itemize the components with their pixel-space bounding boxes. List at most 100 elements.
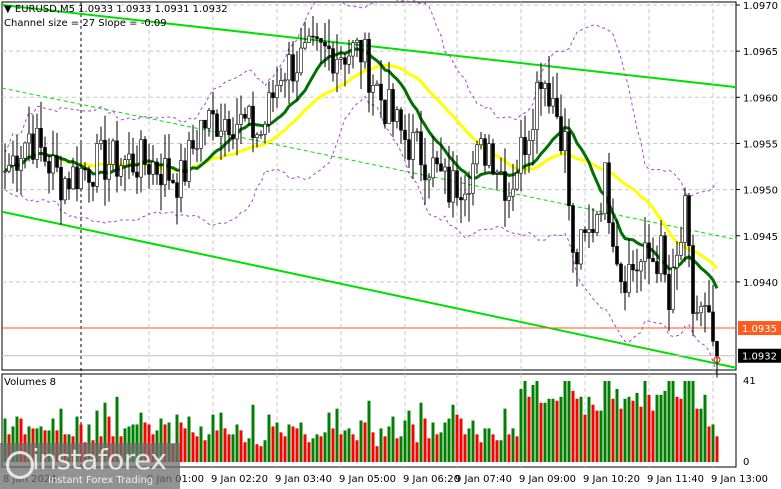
candle-body	[491, 143, 495, 174]
volume-bar	[491, 434, 495, 462]
volume-bar	[195, 436, 199, 462]
candle-body	[131, 153, 135, 173]
volume-bar	[371, 432, 375, 462]
candle-body	[559, 116, 563, 152]
candle-body	[147, 164, 151, 175]
channel-info: Channel size = 27 Slope = -0.09	[4, 18, 167, 29]
volume-bar	[351, 434, 355, 462]
candle-body	[231, 134, 235, 140]
candle-body	[3, 170, 7, 173]
volume-bar	[243, 442, 247, 462]
candle-body	[339, 57, 343, 60]
candle-body	[211, 110, 215, 115]
volume-bar	[411, 424, 415, 462]
y-tick-label: 1.0970	[743, 1, 778, 12]
candle-body	[523, 137, 527, 155]
x-tick-label: 9 Jan 09:00	[519, 474, 576, 485]
candle-body	[63, 178, 67, 201]
candle-body	[531, 129, 535, 141]
candle-body	[479, 138, 483, 146]
candle-body	[583, 229, 587, 233]
volume-min-label: 0	[743, 457, 749, 468]
candle-body	[359, 39, 363, 63]
candle-body	[379, 83, 383, 101]
volume-bar	[555, 400, 559, 462]
volume-bar	[271, 426, 275, 462]
collapse-triangle-icon[interactable]: ▼	[4, 4, 15, 15]
candle-body	[27, 133, 31, 144]
volume-bar	[455, 414, 459, 462]
volume-bar	[363, 422, 367, 462]
candle-body	[315, 36, 319, 39]
candle-body	[627, 264, 631, 293]
volume-bar	[403, 420, 407, 462]
candle-body	[155, 161, 159, 175]
x-tick-label: 9 Jan 11:40	[647, 474, 704, 485]
candle-body	[351, 42, 355, 57]
candle-body	[363, 39, 367, 63]
volume-bar	[235, 424, 239, 462]
candle-body	[79, 168, 83, 190]
volume-bar	[531, 384, 535, 462]
volume-bar	[443, 422, 447, 462]
candle-body	[291, 54, 295, 82]
volume-bar	[627, 396, 631, 462]
candle-body	[487, 143, 491, 166]
candle-body	[115, 140, 119, 177]
volume-bar	[219, 412, 223, 462]
volume-bar	[275, 422, 279, 462]
candle-body	[143, 139, 147, 165]
volume-bar	[571, 390, 575, 462]
volume-bar	[515, 436, 519, 462]
candle-body	[343, 57, 347, 65]
volume-bar	[703, 394, 707, 462]
candle-body	[251, 105, 255, 138]
candle-body	[371, 85, 375, 93]
candle-body	[683, 195, 687, 243]
candle-body	[307, 35, 311, 43]
y-tick-label: 1.0950	[743, 186, 778, 197]
volume-bar	[683, 381, 687, 462]
candle-body	[687, 195, 691, 246]
candle-body	[247, 105, 251, 119]
volume-bar	[251, 404, 255, 462]
volume-bar	[587, 396, 591, 462]
candle-body	[139, 139, 143, 178]
volume-bar	[223, 428, 227, 462]
candle-body	[631, 264, 635, 271]
volume-bar	[211, 414, 215, 462]
candle-body	[187, 140, 191, 182]
candle-body	[607, 162, 611, 223]
candle-body	[619, 263, 623, 283]
volume-bar	[231, 434, 235, 462]
volume-bar	[323, 432, 327, 462]
candle-body	[275, 85, 279, 99]
candle-body	[399, 109, 403, 131]
candle-body	[591, 229, 595, 233]
candle-body	[691, 245, 695, 314]
candle-body	[279, 80, 283, 86]
candle-body	[667, 274, 671, 310]
candle-body	[215, 113, 219, 137]
volume-bar	[447, 418, 451, 462]
volume-bar	[547, 398, 551, 462]
candle-body	[15, 155, 19, 171]
volume-bar	[463, 434, 467, 462]
candle-body	[695, 312, 699, 315]
volume-bar	[659, 394, 663, 462]
price-chart[interactable]: 1.0970 1.0965 1.0960 1.0955 1.0950 1.0945 1.09…	[0, 0, 781, 489]
candle-body	[647, 242, 651, 259]
candle-body	[7, 165, 11, 172]
volume-bar	[715, 436, 719, 462]
volume-bar	[691, 381, 695, 462]
volume-bar	[559, 396, 563, 462]
volume-bar	[459, 418, 463, 462]
candle-body	[511, 188, 515, 197]
volume-bar	[255, 444, 259, 462]
volume-bar	[655, 394, 659, 462]
candle-body	[39, 127, 43, 148]
volume-bar	[379, 428, 383, 462]
x-tick-label: 9 Jan 03:40	[275, 474, 332, 485]
volume-bar	[307, 442, 311, 462]
candle-body	[391, 89, 395, 122]
